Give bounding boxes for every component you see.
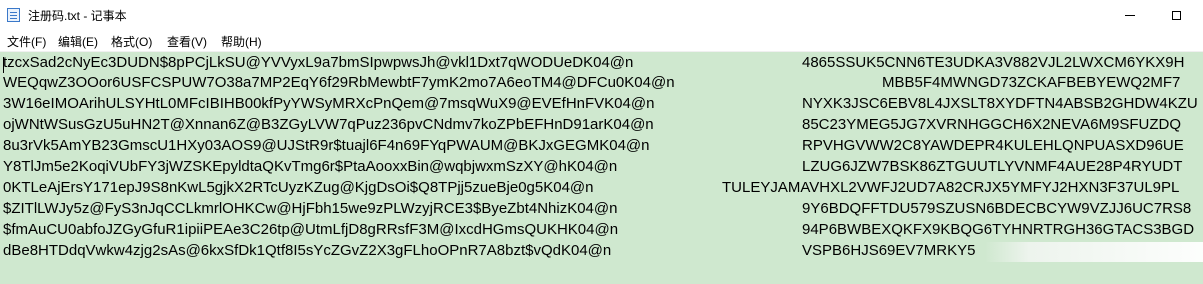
text-editor-area[interactable]: tzcxSad2cNyEc3DUDN$8pPCjLkSU@YVVyxL9a7bm… [0,52,1203,284]
menu-view[interactable]: 查看(V) [166,33,208,50]
line-left-3: 3W16eIMOArihULSYHtL0MFcIBIHB00kfPyYWSyMR… [3,95,655,112]
redaction-smudge [985,242,1203,262]
line-right-6: LZUG6JZW7BSK86ZTGUUTLYVNMF4AUE28P4RYUDT [802,158,1183,175]
line-left-10: dBe8HTDdqVwkw4zjg2sAs@6kxSfDk1Qtf8I5sYcZ… [3,242,612,259]
line-right-5: RPVHGVWW2C8YAWDEPR4KULEHLQNPUASXD96UE [802,137,1184,154]
notepad-icon [7,8,20,22]
line-right-9: 94P6BWBEXQKFX9KBQG6TYHNRTRGH36GTACS3BGD [802,221,1195,238]
line-left-7: 0KTLeAjErsY171epJ9S8nKwL5gjkX2RTcUyzKZug… [3,179,594,196]
line-right-7: TULEYJAMAVHXL2VWFJ2UD7A82CRJX5YMFYJ2HXN3… [722,179,1180,196]
line-right-3: NYXK3JSC6EBV8L4JXSLT8XYDFTN4ABSB2GHDW4KZ… [802,95,1198,112]
line-left-4: ojWNtWSusGzU5uHN2T@Xnnan6Z@B3ZGyLVW7qPuz… [3,116,654,133]
title-bar[interactable]: 注册码.txt - 记事本 [0,0,1203,30]
line-left-8: $ZITlLWJy5z@FyS3nJqCCLkmrlOHKCw@HjFbh15w… [3,200,618,217]
maximize-icon [1171,10,1181,20]
minimize-button[interactable] [1107,0,1153,30]
menu-bar: 文件(F) 编辑(E) 格式(O) 查看(V) 帮助(H) [0,30,1203,52]
maximize-button[interactable] [1153,0,1199,30]
line-left-1: tzcxSad2cNyEc3DUDN$8pPCjLkSU@YVVyxL9a7bm… [3,54,634,71]
line-left-5: 8u3rVk5AmYB23GmscU1HXy03AOS9@UJStR9r$tua… [3,137,650,154]
window-title: 注册码.txt - 记事本 [28,9,127,23]
menu-format[interactable]: 格式(O) [110,33,153,50]
line-left-2: WEQqwZ3OOor6USFCSPUW7O38a7MP2EqY6f29RbMe… [3,74,675,91]
menu-help[interactable]: 帮助(H) [220,33,263,50]
menu-edit[interactable]: 编辑(E) [57,33,99,50]
line-right-2: MBB5F4MWNGD73ZCKAFBEBYEWQ2MF7 [882,74,1181,91]
line-right-10: VSPB6HJS69EV7MRKY5 [802,242,976,259]
line-right-8: 9Y6BDQFFTDU579SZUSN6BDECBCYW9VZJJ6UC7RS8 [802,200,1192,217]
line-left-9: $fmAuCU0abfoJZGyGfuR1ipiiPEAe3C26tp@UtmL… [3,221,619,238]
notepad-window: 注册码.txt - 记事本 文件(F) 编辑(E) 格式(O) 查看(V) 帮助… [0,0,1203,284]
minimize-icon [1125,14,1135,16]
menu-file[interactable]: 文件(F) [6,33,47,50]
line-right-4: 85C23YMEG5JG7XVRNHGGCH6X2NEVA6M9SFUZDQ [802,116,1181,133]
line-left-6: Y8TlJm5e2KoqiVUbFY3jWZSKEpyldtaQKvTmg6r$… [3,158,618,175]
line-right-1: 4865SSUK5CNN6TE3UDKA3V882VJL2LWXCM6YKX9H [802,54,1185,71]
